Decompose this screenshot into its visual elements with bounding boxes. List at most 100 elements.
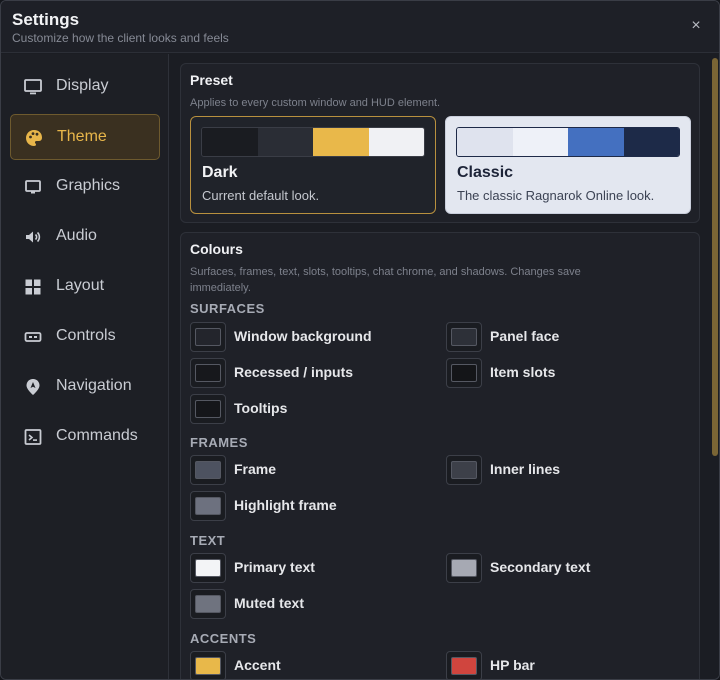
preset-dark-option[interactable]: Dark Current default look. xyxy=(190,116,436,214)
color-accent[interactable]: Accent xyxy=(190,651,440,679)
color-swatch xyxy=(257,128,313,156)
colours-description: Surfaces, frames, text, slots, tooltips,… xyxy=(190,266,581,294)
color-picker[interactable] xyxy=(190,589,226,619)
color-swatch xyxy=(195,497,221,515)
color-label: Frame xyxy=(234,461,277,477)
color-swatch xyxy=(451,559,477,577)
sidebar-item-label: Controls xyxy=(56,327,116,344)
settings-content[interactable]: Preset Applies to every custom window an… xyxy=(170,54,710,679)
section-heading: ACCENTS xyxy=(190,631,257,646)
window-title: Settings xyxy=(12,10,80,29)
color-picker[interactable] xyxy=(190,358,226,388)
color-frame[interactable]: Frame xyxy=(190,455,440,485)
preset-name: Classic xyxy=(457,164,514,181)
color-picker[interactable] xyxy=(446,455,482,485)
sidebar-item-label: Audio xyxy=(56,227,97,244)
title-bar: Settings Customize how the client looks … xyxy=(1,1,719,53)
color-swatch xyxy=(368,128,424,156)
color-picker[interactable] xyxy=(190,553,226,583)
color-label: Tooltips xyxy=(234,400,288,416)
sidebar-item-label: Theme xyxy=(57,128,107,145)
color-item-slots[interactable]: Item slots xyxy=(446,358,696,388)
sidebar-item-layout[interactable]: Layout xyxy=(10,264,160,310)
preset-name: Dark xyxy=(202,164,238,181)
sidebar-item-label: Navigation xyxy=(56,377,132,394)
color-picker[interactable] xyxy=(190,322,226,352)
color-primary-text[interactable]: Primary text xyxy=(190,553,440,583)
color-swatch xyxy=(195,400,221,418)
close-icon[interactable]: × xyxy=(685,15,707,37)
palette-icon xyxy=(26,130,42,146)
color-swatch xyxy=(195,364,221,382)
color-label: Primary text xyxy=(234,559,315,575)
color-picker[interactable] xyxy=(190,394,226,424)
preset-classic-option[interactable]: Classic The classic Ragnarok Online look… xyxy=(445,116,691,214)
color-label: Accent xyxy=(234,657,281,673)
color-swatch xyxy=(457,128,513,156)
sidebar-item-graphics[interactable]: Graphics xyxy=(10,164,160,210)
sidebar-item-label: Graphics xyxy=(56,177,121,194)
color-picker[interactable] xyxy=(446,651,482,679)
settings-window: Settings Customize how the client looks … xyxy=(0,0,720,680)
color-recessed-inputs[interactable]: Recessed / inputs xyxy=(190,358,440,388)
preset-card: Preset Applies to every custom window an… xyxy=(180,63,700,223)
color-swatch xyxy=(451,328,477,346)
sidebar-item-audio[interactable]: Audio xyxy=(10,214,160,260)
color-swatch xyxy=(451,461,477,479)
screen-icon xyxy=(25,180,41,194)
color-picker[interactable] xyxy=(446,358,482,388)
color-picker[interactable] xyxy=(190,651,226,679)
speaker-icon xyxy=(26,231,41,243)
color-picker[interactable] xyxy=(190,455,226,485)
color-label: Window background xyxy=(234,328,372,344)
monitor-icon xyxy=(24,79,42,95)
color-swatch xyxy=(568,128,624,156)
color-swatch xyxy=(451,657,477,675)
section-heading: SURFACES xyxy=(190,301,265,316)
section-heading: TEXT xyxy=(190,533,226,548)
color-panel-face[interactable]: Panel face xyxy=(446,322,696,352)
preset-swatches xyxy=(456,127,680,157)
sidebar-item-commands[interactable]: Commands xyxy=(10,414,160,460)
sidebar-item-navigation[interactable]: Navigation xyxy=(10,364,160,410)
color-label: Muted text xyxy=(234,595,304,611)
colours-title: Colours xyxy=(190,241,243,257)
color-label: Secondary text xyxy=(490,559,591,575)
color-picker[interactable] xyxy=(446,553,482,583)
sidebar-item-label: Layout xyxy=(56,277,105,294)
preset-description: The classic Ragnarok Online look. xyxy=(457,188,655,203)
color-swatch xyxy=(202,128,258,156)
color-secondary-text[interactable]: Secondary text xyxy=(446,553,696,583)
window-subtitle: Customize how the client looks and feels xyxy=(12,31,229,45)
color-label: Panel face xyxy=(490,328,560,344)
sidebar-item-theme[interactable]: Theme xyxy=(10,114,160,160)
terminal-icon xyxy=(24,429,42,445)
section-heading: FRAMES xyxy=(190,435,248,450)
color-label: Item slots xyxy=(490,364,556,380)
color-tooltips[interactable]: Tooltips xyxy=(190,394,440,424)
color-picker[interactable] xyxy=(446,322,482,352)
color-label: Recessed / inputs xyxy=(234,364,354,380)
color-highlight-frame[interactable]: Highlight frame xyxy=(190,491,440,521)
color-picker[interactable] xyxy=(190,491,226,521)
color-muted-text[interactable]: Muted text xyxy=(190,589,440,619)
color-label: Inner lines xyxy=(490,461,561,477)
location-icon xyxy=(26,379,40,395)
sidebar-item-controls[interactable]: Controls xyxy=(10,314,160,360)
sidebar: Display Theme Graphics Audio Layout Cont… xyxy=(1,54,169,679)
scrollbar-thumb[interactable] xyxy=(712,58,718,456)
sidebar-item-display[interactable]: Display xyxy=(10,64,160,110)
color-swatch xyxy=(195,461,221,479)
color-window-background[interactable]: Window background xyxy=(190,322,440,352)
color-swatch xyxy=(512,128,568,156)
color-inner-lines[interactable]: Inner lines xyxy=(446,455,696,485)
color-swatch xyxy=(195,657,221,675)
color-swatch xyxy=(451,364,477,382)
color-hp-bar[interactable]: HP bar xyxy=(446,651,696,679)
grid-icon xyxy=(25,279,41,295)
color-label: HP bar xyxy=(490,657,535,673)
colours-card: Colours Surfaces, frames, text, slots, t… xyxy=(180,232,700,679)
sidebar-item-label: Display xyxy=(56,77,109,94)
color-swatch xyxy=(195,328,221,346)
preset-swatches xyxy=(201,127,425,157)
